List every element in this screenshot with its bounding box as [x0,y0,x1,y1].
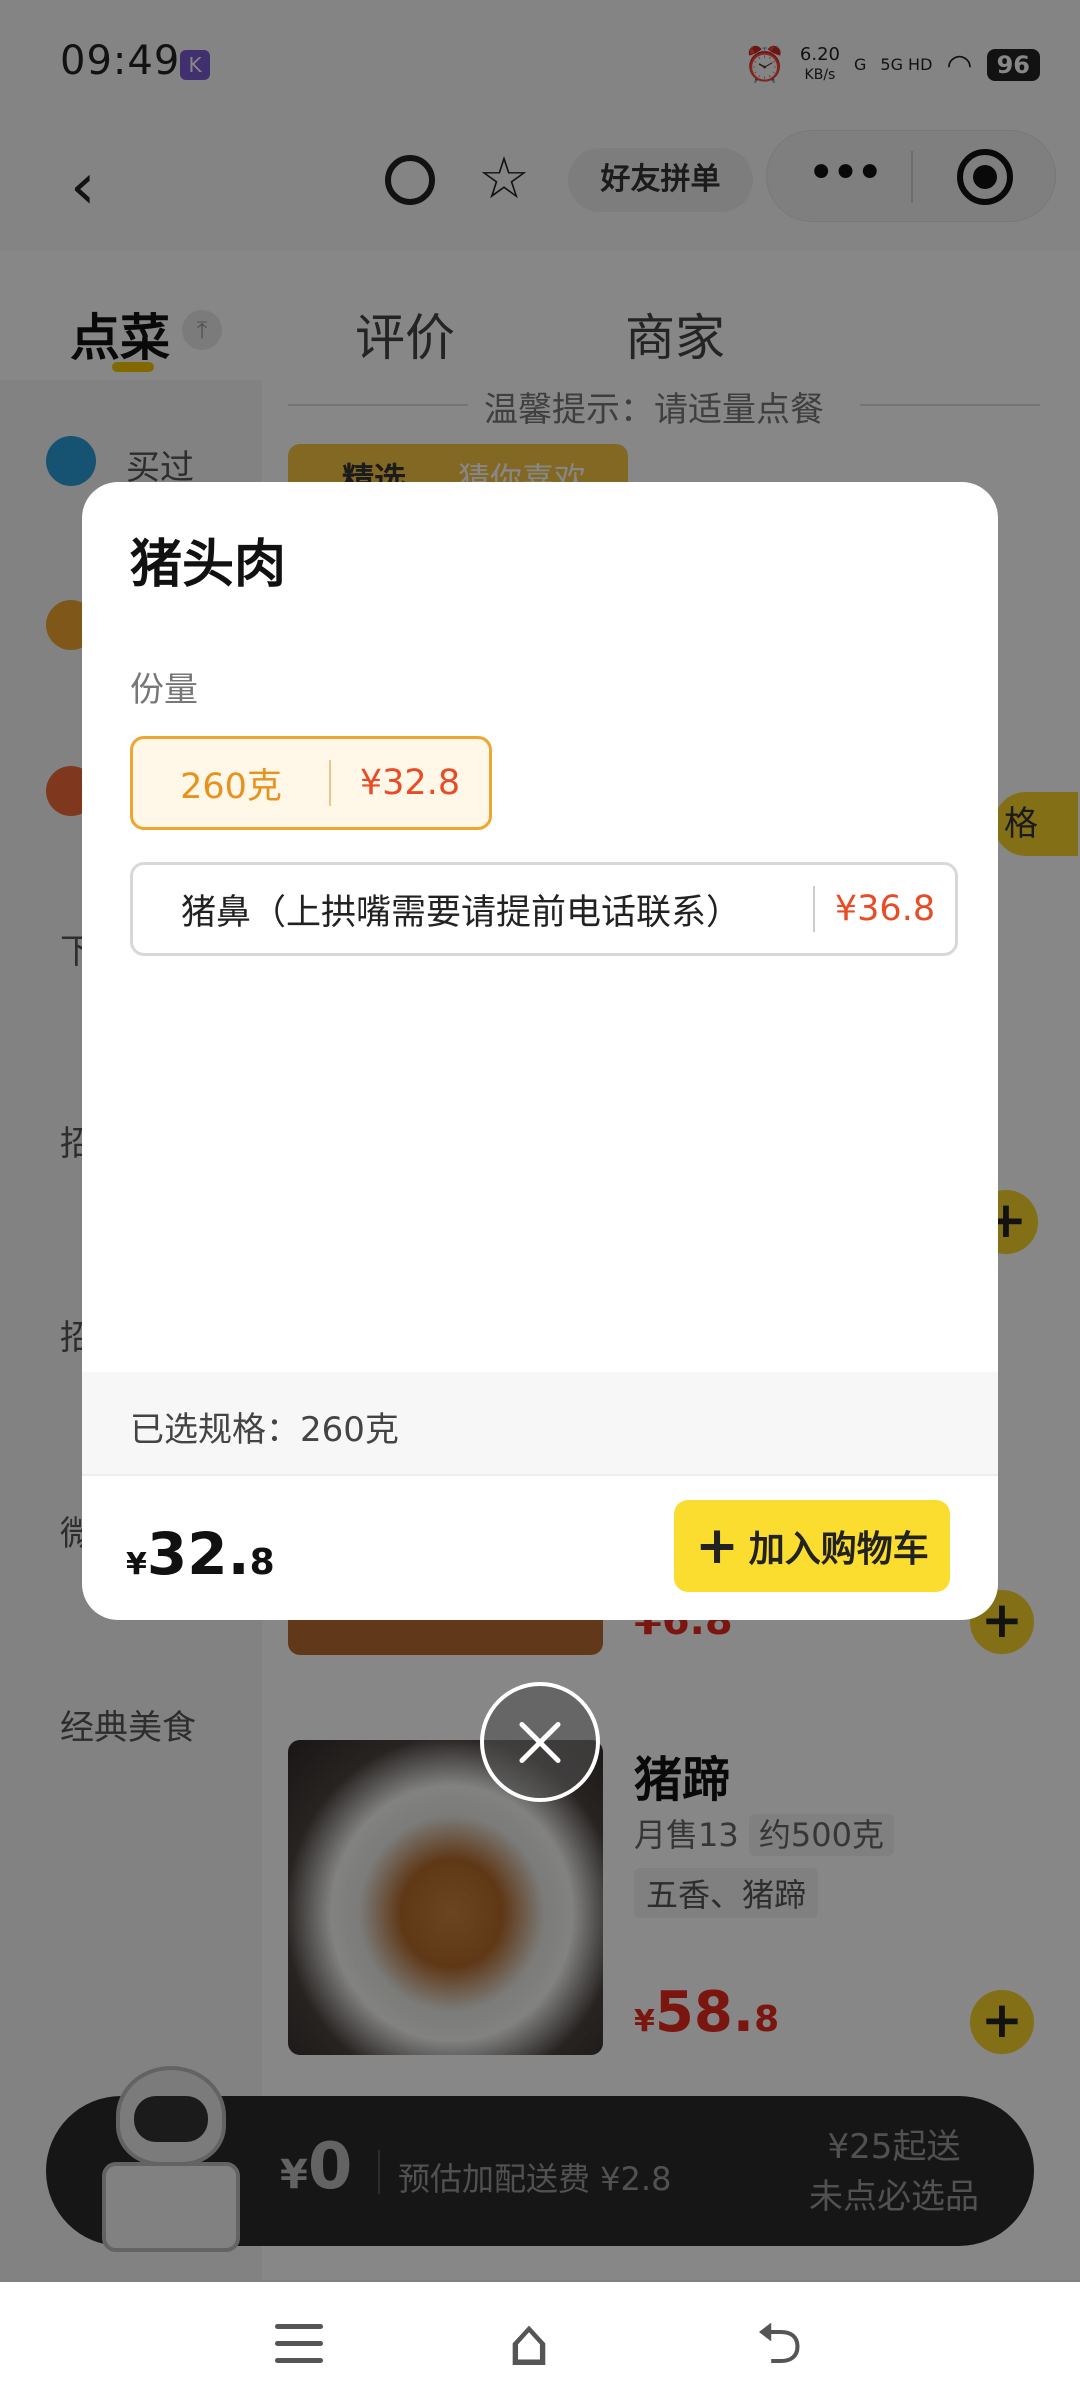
spec-option-pig-snout[interactable]: 猪鼻（上拱嘴需要请提前电话联系） ¥36.8 [130,862,958,956]
spec-option-price: ¥32.8 [359,763,461,803]
spec-option-price: ¥36.8 [834,889,936,929]
add-to-cart-label: 加入购物车 [748,1529,929,1570]
plus-icon: + [695,1516,739,1576]
add-to-cart-button[interactable]: + 加入购物车 [674,1500,950,1592]
spec-option-260g[interactable]: 260克 ¥32.8 [130,736,492,830]
selected-spec-bar: 已选规格：260克 [82,1372,998,1476]
home-icon[interactable]: ⌂ [508,2308,550,2378]
spec-option-label: 260克 [180,766,282,807]
spec-option-label: 猪鼻（上拱嘴需要请提前电话联系） [181,892,742,933]
close-dialog-icon[interactable] [480,1682,600,1802]
selected-spec-text: 已选规格：260克 [130,1410,399,1450]
dialog-price: ¥32.8 [126,1520,275,1588]
dialog-title: 猪头肉 [130,535,287,595]
system-nav-bar: ⌂ ⮌ [0,2282,1080,2408]
spec-selection-dialog: 猪头肉 份量 260克 ¥32.8 猪鼻（上拱嘴需要请提前电话联系） ¥36.8… [82,482,998,1620]
back-nav-icon[interactable]: ⮌ [756,2308,802,2378]
portion-label: 份量 [130,670,198,710]
recent-apps-icon[interactable] [275,2324,323,2364]
